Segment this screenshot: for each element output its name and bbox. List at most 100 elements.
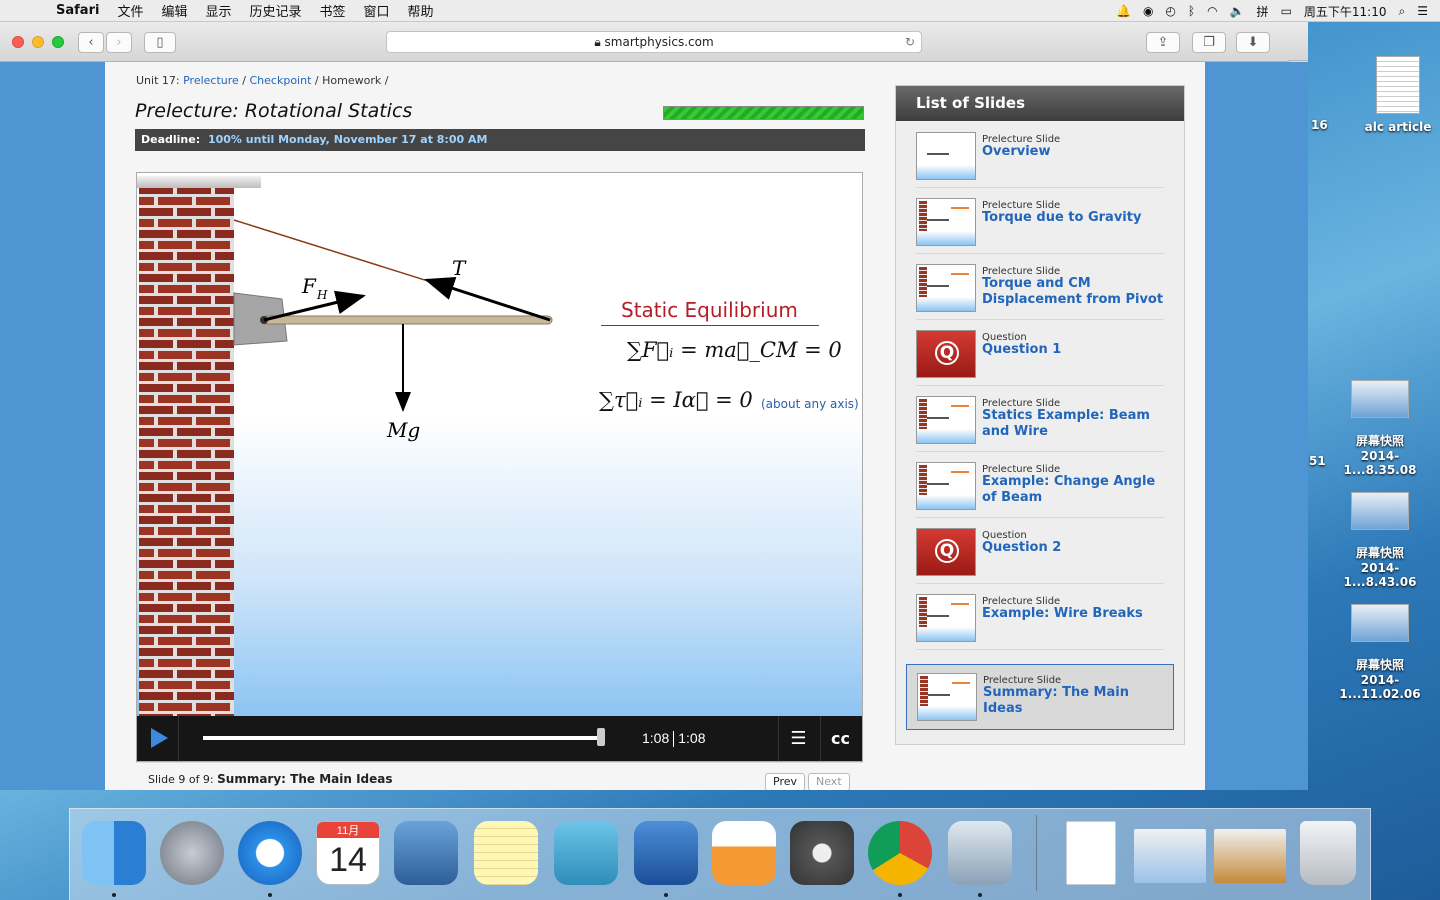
menu-help[interactable]: 帮助 xyxy=(408,1,434,20)
chrome-icon[interactable] xyxy=(868,821,932,885)
safari-icon[interactable] xyxy=(238,821,302,885)
play-button[interactable] xyxy=(137,716,179,761)
lock-icon: 🔒︎ xyxy=(594,35,605,49)
wifi-icon[interactable]: ◠ xyxy=(1207,4,1217,18)
slide-list-item[interactable]: Prelecture Slide Torque and CM Displacem… xyxy=(916,254,1164,320)
slide-counter: Slide 9 of 9: xyxy=(148,773,214,786)
play-icon xyxy=(151,728,168,748)
page-container: Unit 17: Prelecture / Checkpoint / Homew… xyxy=(105,62,1205,790)
tabs-overview-icon[interactable]: ❐ xyxy=(1192,32,1226,53)
deadline-bar: Deadline: 100% until Monday, November 17… xyxy=(135,129,865,151)
menu-bookmarks[interactable]: 书签 xyxy=(320,1,346,20)
torque-equation: ∑τ⃗ᵢ = Iα⃗ = 0 xyxy=(599,388,753,412)
media-player-bar: 1:08 1:08 ☰ cc xyxy=(137,716,862,761)
pages-icon[interactable] xyxy=(712,821,776,885)
menu-bar: Safari 文件 编辑 显示 历史记录 书签 窗口 帮助 🔔 ◉ ◴ ᛒ ◠ … xyxy=(0,0,1440,22)
volume-icon[interactable]: 🔈 xyxy=(1230,4,1245,18)
slide-list-item[interactable]: Prelecture Slide Example: Change Angle o… xyxy=(916,452,1164,518)
slide-thumbnail xyxy=(916,462,976,510)
desktop-screenshot-icon[interactable]: 屏幕快照 2014-1...8.35.08 xyxy=(1325,380,1435,477)
web-content: Unit 17: Prelecture / Checkpoint / Homew… xyxy=(0,62,1308,790)
weight-label: Mg xyxy=(386,418,420,442)
input-method-icon[interactable]: 拼 xyxy=(1257,3,1269,20)
address-bar[interactable]: 🔒︎ smartphysics.com ↻ xyxy=(386,31,922,53)
tension-label: T xyxy=(452,256,467,280)
slide-list-item[interactable]: Prelecture Slide Overview xyxy=(916,122,1164,188)
slide-list-item[interactable]: Prelecture Slide Statics Example: Beam a… xyxy=(916,386,1164,452)
slide-list-item[interactable]: Prelecture Slide Example: Wire Breaks xyxy=(916,584,1164,650)
elapsed-time: 1:08 xyxy=(642,730,670,746)
slide-list-item[interactable]: Prelecture Slide Torque due to Gravity xyxy=(916,188,1164,254)
time-machine-icon[interactable]: ◴ xyxy=(1165,4,1175,18)
dock-screenshot-stack-icon[interactable] xyxy=(1134,829,1206,883)
slide-thumbnail xyxy=(916,396,976,444)
mail-stamp-icon[interactable] xyxy=(394,821,458,885)
hinge-force-label: F xyxy=(301,274,317,298)
close-window-button[interactable] xyxy=(12,36,24,48)
slide-list-item[interactable]: Q Question Question 2 xyxy=(916,518,1164,584)
trash-icon[interactable] xyxy=(1300,821,1356,885)
reload-icon[interactable]: ↻ xyxy=(905,32,915,52)
app-menu[interactable]: Safari xyxy=(56,3,99,18)
desktop-screenshot-icon[interactable]: 屏幕快照 2014-1...8.43.06 xyxy=(1325,492,1435,589)
slide-list-item-active[interactable]: Prelecture Slide Summary: The Main Ideas xyxy=(906,664,1174,730)
seek-handle[interactable] xyxy=(597,728,605,746)
slide-list-panel: List of Slides Prelecture Slide Overview… xyxy=(895,85,1185,745)
breadcrumb-prelecture-link[interactable]: Prelecture xyxy=(183,74,239,87)
equation-note: (about any axis) xyxy=(761,397,859,411)
document-icon xyxy=(1376,56,1420,114)
dock: 11月 14 xyxy=(69,808,1371,900)
desktop-edge-label: 16 xyxy=(1311,118,1328,132)
desktop-screenshot-icon[interactable]: 屏幕快照 2014-1...11.02.06 xyxy=(1325,604,1435,701)
forward-button[interactable]: › xyxy=(106,32,132,53)
menu-history[interactable]: 历史记录 xyxy=(249,1,301,20)
equation-divider xyxy=(601,325,819,326)
bluetooth-icon[interactable]: ᛒ xyxy=(1188,4,1195,18)
slide-viewer: F H T Mg Static Equilibrium ∑F⃗ᵢ = ma⃗_C… xyxy=(136,172,863,762)
slide-info-bar: Slide 9 of 9: Summary: The Main Ideas Pr… xyxy=(136,762,863,790)
desktop-file-icon[interactable]: alc article xyxy=(1358,56,1438,134)
breadcrumb-checkpoint-link[interactable]: Checkpoint xyxy=(250,74,312,87)
hinge-force-subscript: H xyxy=(316,288,328,302)
dock-document-icon[interactable] xyxy=(1066,821,1116,885)
slide-list-item[interactable]: Q Question Question 1 xyxy=(916,320,1164,386)
dictionary-icon[interactable] xyxy=(634,821,698,885)
back-button[interactable]: ‹ xyxy=(78,32,104,53)
dock-downloads-stack-icon[interactable] xyxy=(1214,829,1286,883)
menu-window[interactable]: 窗口 xyxy=(364,1,390,20)
menu-file[interactable]: 文件 xyxy=(117,1,143,20)
browser-window: ‹ › ▯ 🔒︎ smartphysics.com ↻ ⇪ ❐ ⬇ + Unit… xyxy=(0,22,1308,790)
iphoto-icon[interactable] xyxy=(554,821,618,885)
finder-icon[interactable] xyxy=(82,821,146,885)
next-button[interactable]: Next xyxy=(808,773,850,790)
menu-clock[interactable]: 周五下午11:10 xyxy=(1304,3,1387,20)
system-preferences-icon[interactable] xyxy=(790,821,854,885)
minimize-window-button[interactable] xyxy=(32,36,44,48)
sidebar-toggle-icon[interactable]: ▯ xyxy=(144,32,176,53)
zoom-window-button[interactable] xyxy=(52,36,64,48)
slide-thumbnail xyxy=(916,132,976,180)
captions-icon[interactable]: cc xyxy=(820,716,860,761)
downloads-icon[interactable]: ⬇ xyxy=(1236,32,1270,53)
spotlight-icon[interactable]: ⌕ xyxy=(1399,4,1406,19)
slide-thumbnail xyxy=(916,594,976,642)
tension-arrow xyxy=(424,276,551,322)
screenshot-thumbnail-icon xyxy=(1351,380,1409,418)
menu-view[interactable]: 显示 xyxy=(205,1,231,20)
search-icon[interactable]: ◉ xyxy=(1143,4,1153,18)
preview-icon[interactable] xyxy=(948,821,1012,885)
notes-icon[interactable] xyxy=(474,821,538,885)
share-icon[interactable]: ⇪ xyxy=(1146,32,1180,53)
launchpad-icon[interactable] xyxy=(160,821,224,885)
battery-icon[interactable]: ▭ xyxy=(1281,4,1292,18)
beam xyxy=(261,315,553,325)
question-icon: Q xyxy=(916,330,976,378)
notification-center-icon[interactable]: ☰ xyxy=(1417,4,1428,18)
calendar-icon[interactable]: 11月 14 xyxy=(316,821,380,885)
menu-edit[interactable]: 编辑 xyxy=(161,1,187,20)
prev-button[interactable]: Prev xyxy=(765,773,805,790)
notification-bell-icon[interactable]: 🔔 xyxy=(1116,4,1131,18)
screenshot-thumbnail-icon xyxy=(1351,604,1409,642)
seek-bar[interactable] xyxy=(203,736,603,740)
transcript-icon[interactable]: ☰ xyxy=(778,716,818,761)
